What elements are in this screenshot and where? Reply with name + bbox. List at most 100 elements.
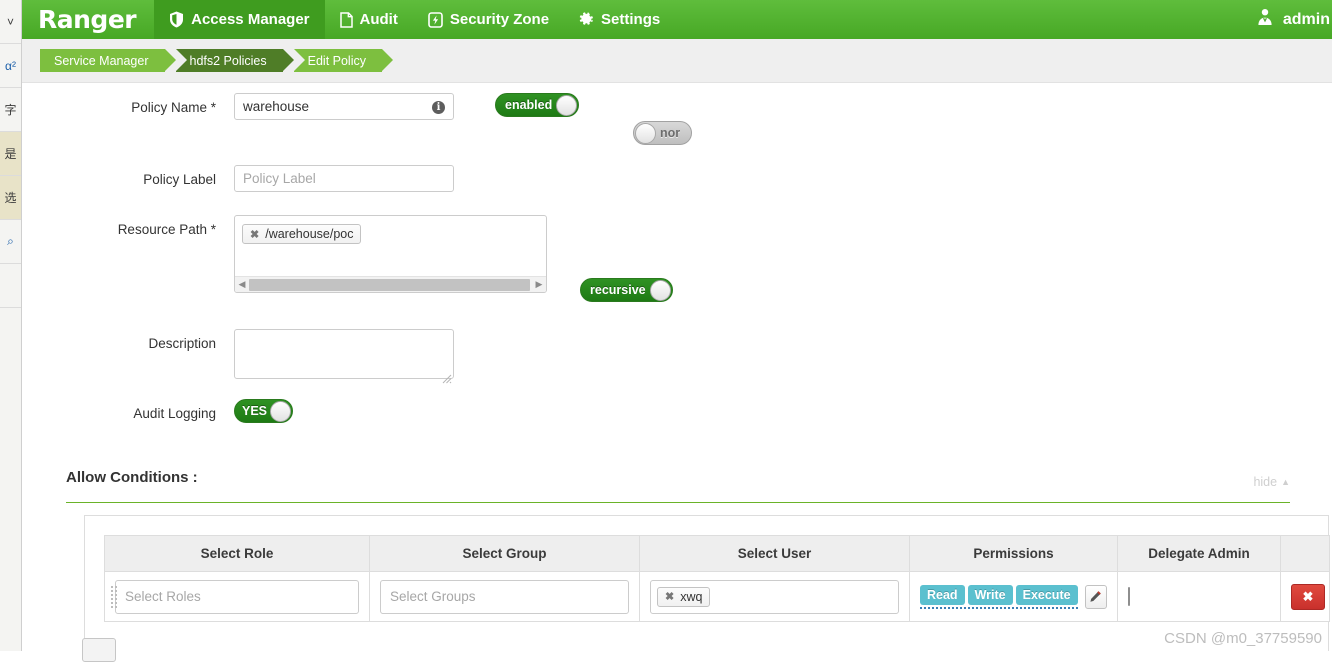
- nav-label: Settings: [601, 11, 660, 28]
- top-navigation-bar: Ranger Access Manager Audit Security Zon…: [22, 0, 1332, 39]
- ime-cell[interactable]: 是: [0, 132, 21, 176]
- cell-delegate-admin: [1118, 572, 1281, 622]
- toggle-knob: [650, 280, 671, 301]
- audit-logging-toggle-label: YES: [242, 404, 267, 418]
- policy-type-toggle[interactable]: nor: [633, 121, 692, 145]
- column-header-select-user: Select User: [640, 536, 910, 572]
- audit-logging-toggle[interactable]: YES: [234, 399, 293, 423]
- column-header-select-group: Select Group: [370, 536, 640, 572]
- hide-label: hide: [1253, 475, 1277, 489]
- scroll-left-icon[interactable]: ◀: [235, 279, 249, 290]
- hide-section-link[interactable]: hide ▲: [1253, 475, 1290, 489]
- scroll-right-icon[interactable]: ▶: [532, 279, 546, 290]
- gear-icon: [579, 12, 594, 27]
- delegate-admin-checkbox[interactable]: [1128, 587, 1130, 606]
- nav-item-access-manager[interactable]: Access Manager: [154, 0, 324, 39]
- cell-select-group: Select Groups: [370, 572, 640, 622]
- delete-row-button[interactable]: ✖: [1291, 584, 1325, 610]
- nav-label: Audit: [360, 11, 398, 28]
- permission-badge-execute: Execute: [1016, 585, 1078, 605]
- ime-cell[interactable]: α²: [0, 44, 21, 88]
- file-icon: [340, 12, 353, 28]
- table-header-row: Select Role Select Group Select User Per…: [105, 536, 1330, 572]
- remove-tag-icon[interactable]: ✖: [250, 228, 259, 241]
- audit-logging-label: Audit Logging: [22, 399, 234, 429]
- policy-name-label: Policy Name *: [22, 93, 234, 123]
- nav-item-audit[interactable]: Audit: [325, 0, 413, 39]
- nav-item-security-zone[interactable]: Security Zone: [413, 0, 564, 39]
- nav-item-settings[interactable]: Settings: [564, 0, 675, 39]
- user-menu[interactable]: admin: [1255, 0, 1332, 39]
- permissions-group: Read Write Execute: [920, 585, 1107, 609]
- tag-label: /warehouse/poc: [265, 227, 353, 241]
- ime-cell[interactable]: ˅: [0, 0, 21, 44]
- allow-conditions-panel: Select Role Select Group Select User Per…: [84, 515, 1329, 651]
- allow-conditions-header: Allow Conditions : hide ▲: [66, 469, 1290, 503]
- ranger-logo[interactable]: Ranger: [22, 0, 154, 39]
- toggle-knob: [556, 95, 577, 116]
- description-field-wrap: [234, 329, 454, 384]
- breadcrumb-item-hdfs2-policies[interactable]: hdfs2 Policies: [176, 49, 283, 72]
- description-label: Description: [22, 329, 234, 359]
- breadcrumb-label: hdfs2 Policies: [190, 54, 267, 68]
- watermark: CSDN @m0_37759590: [1164, 630, 1322, 647]
- audit-logging-field-wrap: YES: [234, 399, 293, 423]
- policy-label-field-wrap: [234, 165, 454, 192]
- breadcrumb-label: Edit Policy: [308, 54, 366, 68]
- policy-status-label: enabled: [505, 98, 552, 112]
- resource-path-label: Resource Path *: [22, 215, 234, 245]
- pencil-icon[interactable]: [1085, 585, 1107, 609]
- toggle-knob: [270, 401, 291, 422]
- shield-icon: [169, 11, 184, 28]
- user-name: admin: [1283, 11, 1330, 29]
- cell-select-user: ✖ xwq: [640, 572, 910, 622]
- user-avatar-icon: [1255, 7, 1275, 32]
- nav-label: Security Zone: [450, 11, 549, 28]
- resource-path-scrollbar[interactable]: ◀ ▶: [235, 276, 546, 292]
- select-groups-input[interactable]: Select Groups: [380, 580, 629, 614]
- policy-label-input[interactable]: [234, 165, 454, 192]
- user-tag[interactable]: ✖ xwq: [657, 587, 710, 607]
- tag-label: xwq: [680, 590, 702, 604]
- chevron-up-icon: ▲: [1281, 477, 1290, 487]
- table-row: Select Roles Select Groups ✖ xwq: [105, 572, 1330, 622]
- breadcrumb-item-service-manager[interactable]: Service Manager: [40, 49, 165, 72]
- permission-badges[interactable]: Read Write Execute: [920, 585, 1078, 609]
- add-row-button[interactable]: [82, 638, 116, 662]
- scrollbar-thumb[interactable]: [249, 279, 530, 291]
- column-header-actions: [1281, 536, 1330, 572]
- nav-label: Access Manager: [191, 11, 309, 28]
- ime-cell[interactable]: ⌕: [0, 220, 21, 264]
- breadcrumb-item-edit-policy[interactable]: Edit Policy: [294, 49, 382, 72]
- select-users-input[interactable]: ✖ xwq: [650, 580, 899, 614]
- browser-side-strip: ˅ α² 字 是 选 ⌕: [0, 0, 22, 651]
- column-header-select-role: Select Role: [105, 536, 370, 572]
- ime-cell[interactable]: 选: [0, 176, 21, 220]
- resource-path-tag-list: ✖ /warehouse/poc: [235, 216, 546, 244]
- info-icon[interactable]: i: [432, 101, 445, 114]
- drag-grip-icon[interactable]: [111, 583, 118, 611]
- policy-label-label: Policy Label: [22, 165, 234, 195]
- permission-badge-write: Write: [968, 585, 1013, 605]
- resource-path-tag[interactable]: ✖ /warehouse/poc: [242, 224, 361, 244]
- allow-conditions-table: Select Role Select Group Select User Per…: [104, 535, 1330, 622]
- recursive-label: recursive: [590, 283, 646, 297]
- column-header-delegate-admin: Delegate Admin: [1118, 536, 1281, 572]
- description-textarea[interactable]: [234, 329, 454, 379]
- ime-cell[interactable]: [0, 264, 21, 308]
- recursive-toggle[interactable]: recursive: [580, 278, 673, 302]
- resource-path-field-wrap: ✖ /warehouse/poc ◀ ▶: [234, 215, 547, 293]
- remove-tag-icon[interactable]: ✖: [665, 590, 674, 603]
- breadcrumb: Service Manager hdfs2 Policies Edit Poli…: [40, 49, 393, 72]
- cell-permissions: Read Write Execute: [910, 572, 1118, 622]
- permission-badge-read: Read: [920, 585, 965, 605]
- policy-name-field-wrap: i: [234, 93, 454, 120]
- policy-name-input[interactable]: [234, 93, 454, 120]
- edit-policy-form: Policy Name * i enabled nor Policy Label…: [22, 83, 1332, 651]
- select-roles-input[interactable]: Select Roles: [115, 580, 359, 614]
- policy-status-toggle[interactable]: enabled: [495, 93, 579, 117]
- policy-type-label: nor: [660, 126, 680, 140]
- column-header-permissions: Permissions: [910, 536, 1118, 572]
- resource-path-input[interactable]: ✖ /warehouse/poc ◀ ▶: [234, 215, 547, 293]
- ime-cell[interactable]: 字: [0, 88, 21, 132]
